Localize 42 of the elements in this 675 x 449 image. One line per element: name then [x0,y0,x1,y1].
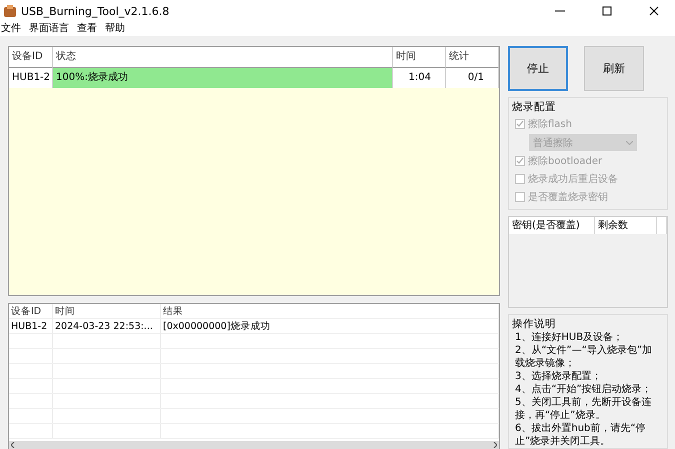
table-cell: HUB1-2 [9,68,53,88]
checkbox-label: 烧录成功后重启设备 [528,172,618,186]
column-header[interactable]: 设备ID [9,304,53,319]
window-title: USB_Burning_Tool_v2.1.6.8 [21,4,170,18]
menu-item[interactable]: 界面语言 [29,22,69,36]
group-title: 操作说明 [512,317,557,331]
instruction-text: 1、连接好HUB及设备； [515,331,624,344]
table-cell: [0x00000000]烧录成功 [161,319,499,334]
menu-item[interactable]: 查看 [77,22,97,36]
checkbox-label: 擦除bootloader [528,154,602,168]
column-header[interactable]: 时间 [393,47,446,68]
instruction-text: 6、拔出外置hub前，请先“停止”烧录并关闭工具。 [515,422,647,448]
table-cell: HUB1-2 [9,319,53,334]
horizontal-scrollbar[interactable] [9,441,499,449]
column-header[interactable]: 剩余数 [595,217,657,234]
maximize-icon[interactable] [600,4,614,18]
scroll-left-icon[interactable] [11,442,15,448]
checkbox-label: 是否覆盖烧录密钥 [528,190,608,204]
column-header[interactable]: 时间 [53,304,161,319]
action-button[interactable]: 停止 [508,46,568,91]
menu-item[interactable]: 帮助 [105,22,125,36]
column-header[interactable]: 统计 [446,47,499,68]
scroll-right-icon[interactable] [493,442,497,448]
instruction-text: 2、从“文件”—“导入烧录包”加载烧录镜像； [515,344,654,370]
status-text: 100%:烧录成功 [55,72,129,83]
menu-item[interactable]: 文件 [1,22,21,36]
action-button[interactable]: 刷新 [584,46,644,91]
table-cell: 1:04 [393,68,446,88]
instruction-text: 5、关闭工具前，先断开设备连接，再“停止”烧录。 [515,396,652,422]
checkbox-label: 擦除flash [528,118,572,131]
column-header[interactable]: 状态 [53,47,393,68]
close-icon[interactable] [647,4,661,18]
column-header[interactable]: 密钥(是否覆盖) [509,217,595,234]
group-title: 烧录配置 [512,100,557,114]
chevron-down-icon [626,140,633,144]
app-icon [4,5,16,17]
table-cell: 2024-03-23 22:53:... [53,319,161,334]
instruction-text: 3、选择烧录配置； [515,370,602,383]
table-cell: 0/1 [446,68,499,88]
column-header[interactable]: 设备ID [9,47,53,68]
instruction-text: 4、点击“开始”按钮启动烧录； [515,383,653,396]
column-header[interactable]: 结果 [161,304,499,319]
